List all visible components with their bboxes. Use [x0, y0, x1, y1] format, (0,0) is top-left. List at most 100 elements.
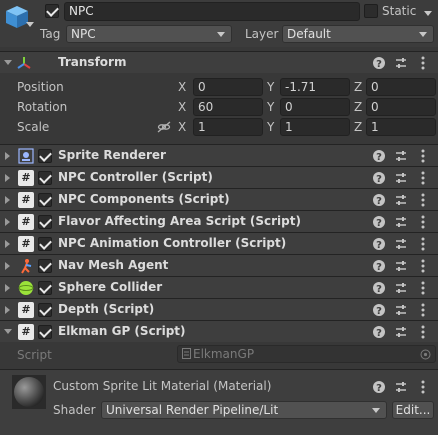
component-enabled-toggle[interactable]	[38, 215, 52, 229]
scale-y-axis-label[interactable]: Y	[267, 120, 274, 134]
scale-z-axis-label[interactable]: Z	[354, 120, 362, 134]
edit-shader-button[interactable]: Edit...	[392, 401, 434, 419]
edit-button-label: Edit...	[395, 403, 431, 417]
component-enabled-toggle[interactable]	[38, 325, 52, 339]
script-icon: #	[18, 236, 34, 252]
rotation-y-axis-label[interactable]: Y	[267, 100, 274, 114]
rotation-label: Rotation	[17, 100, 68, 114]
help-icon[interactable]: ?	[372, 170, 386, 186]
kebab-menu-icon[interactable]	[416, 214, 430, 230]
fold-arrow-icon[interactable]	[5, 152, 10, 160]
svg-text:?: ?	[376, 196, 382, 207]
fold-arrow-icon[interactable]	[4, 329, 12, 334]
rotation-y-field[interactable]: 0	[280, 98, 350, 116]
active-toggle[interactable]	[45, 4, 59, 18]
help-icon[interactable]: ?	[372, 148, 386, 164]
position-y-axis-label[interactable]: Y	[267, 80, 274, 94]
kebab-menu-icon[interactable]	[416, 324, 430, 340]
preset-sliders-icon[interactable]	[394, 192, 408, 208]
preset-sliders-icon[interactable]	[394, 324, 408, 340]
component-header[interactable]: # Depth (Script)?	[0, 298, 438, 320]
help-icon[interactable]: ?	[372, 302, 386, 318]
static-dropdown-caret[interactable]	[424, 11, 432, 16]
help-icon[interactable]: ?	[372, 258, 386, 274]
component-enabled-toggle[interactable]	[38, 193, 52, 207]
component-header[interactable]: Sphere Collider?	[0, 276, 438, 298]
fold-arrow-icon[interactable]	[5, 218, 10, 226]
position-x-field[interactable]: 0	[193, 78, 263, 96]
scale-y-field[interactable]: 1	[280, 118, 350, 136]
component-header[interactable]: # Elkman GP (Script)?	[0, 320, 438, 342]
preset-sliders-icon[interactable]	[394, 258, 408, 274]
preset-sliders-icon[interactable]	[394, 236, 408, 252]
tag-value: NPC	[71, 27, 96, 41]
help-icon[interactable]: ?	[372, 55, 386, 71]
rotation-x-field[interactable]: 60	[193, 98, 263, 116]
help-icon[interactable]: ?	[372, 379, 386, 395]
kebab-menu-icon[interactable]	[416, 236, 430, 252]
preset-sliders-icon[interactable]	[394, 214, 408, 230]
tag-dropdown[interactable]: NPC	[66, 25, 232, 43]
rotation-x-axis-label[interactable]: X	[178, 100, 186, 114]
transform-header[interactable]: Transform ?	[0, 51, 438, 73]
preset-sliders-icon[interactable]	[394, 148, 408, 164]
kebab-menu-icon[interactable]	[416, 258, 430, 274]
kebab-menu-icon[interactable]	[416, 379, 430, 395]
component-header[interactable]: # NPC Components (Script)?	[0, 188, 438, 210]
component-title: Depth (Script)	[58, 302, 155, 316]
scale-x-field[interactable]: 1	[193, 118, 263, 136]
preset-sliders-icon[interactable]	[394, 170, 408, 186]
position-z-field[interactable]: 0	[366, 78, 436, 96]
position-z-axis-label[interactable]: Z	[354, 80, 362, 94]
script-icon: #	[18, 324, 34, 340]
icon-dropdown-caret[interactable]	[26, 22, 34, 27]
constrain-proportions-link-icon[interactable]	[157, 120, 171, 134]
layer-dropdown[interactable]: Default	[282, 25, 434, 43]
component-enabled-toggle[interactable]	[38, 259, 52, 273]
fold-arrow-icon[interactable]	[4, 60, 12, 65]
component-enabled-toggle[interactable]	[38, 171, 52, 185]
component-header[interactable]: # Flavor Affecting Area Script (Script)?	[0, 210, 438, 232]
fold-arrow-icon[interactable]	[5, 306, 10, 314]
kebab-menu-icon[interactable]	[416, 192, 430, 208]
component-enabled-toggle[interactable]	[38, 303, 52, 317]
header-actions: ?	[372, 192, 432, 208]
preset-sliders-icon[interactable]	[394, 280, 408, 296]
scale-z-field[interactable]: 1	[366, 118, 436, 136]
help-icon[interactable]: ?	[372, 236, 386, 252]
position-x-axis-label[interactable]: X	[178, 80, 186, 94]
preset-sliders-icon[interactable]	[394, 379, 408, 395]
preset-sliders-icon[interactable]	[394, 302, 408, 318]
help-icon[interactable]: ?	[372, 214, 386, 230]
svg-text:?: ?	[376, 284, 382, 295]
component-header[interactable]: Nav Mesh Agent?	[0, 254, 438, 276]
fold-arrow-icon[interactable]	[5, 284, 10, 292]
help-icon[interactable]: ?	[372, 192, 386, 208]
rotation-z-field[interactable]: 0	[366, 98, 436, 116]
fold-arrow-icon[interactable]	[5, 240, 10, 248]
kebab-menu-icon[interactable]	[416, 280, 430, 296]
component-header[interactable]: # NPC Animation Controller (Script)?	[0, 232, 438, 254]
help-icon[interactable]: ?	[372, 280, 386, 296]
scale-x-axis-label[interactable]: X	[178, 120, 186, 134]
fold-arrow-icon[interactable]	[5, 196, 10, 204]
position-y-field[interactable]: -1.71	[280, 78, 350, 96]
shader-dropdown[interactable]: Universal Render Pipeline/Lit	[101, 401, 387, 419]
fold-arrow-icon[interactable]	[5, 262, 10, 270]
kebab-menu-icon[interactable]	[416, 148, 430, 164]
object-name-input[interactable]: NPC	[64, 2, 360, 21]
preset-sliders-icon[interactable]	[394, 55, 408, 71]
static-toggle[interactable]	[364, 4, 378, 18]
rotation-z-axis-label[interactable]: Z	[354, 100, 362, 114]
component-enabled-toggle[interactable]	[38, 237, 52, 251]
help-icon[interactable]: ?	[372, 324, 386, 340]
script-object-field: ElkmanGP	[177, 345, 436, 363]
component-enabled-toggle[interactable]	[38, 281, 52, 295]
component-enabled-toggle[interactable]	[38, 149, 52, 163]
component-header[interactable]: Sprite Renderer?	[0, 144, 438, 166]
kebab-menu-icon[interactable]	[416, 55, 430, 71]
kebab-menu-icon[interactable]	[416, 170, 430, 186]
fold-arrow-icon[interactable]	[5, 174, 10, 182]
kebab-menu-icon[interactable]	[416, 302, 430, 318]
component-header[interactable]: # NPC Controller (Script)?	[0, 166, 438, 188]
